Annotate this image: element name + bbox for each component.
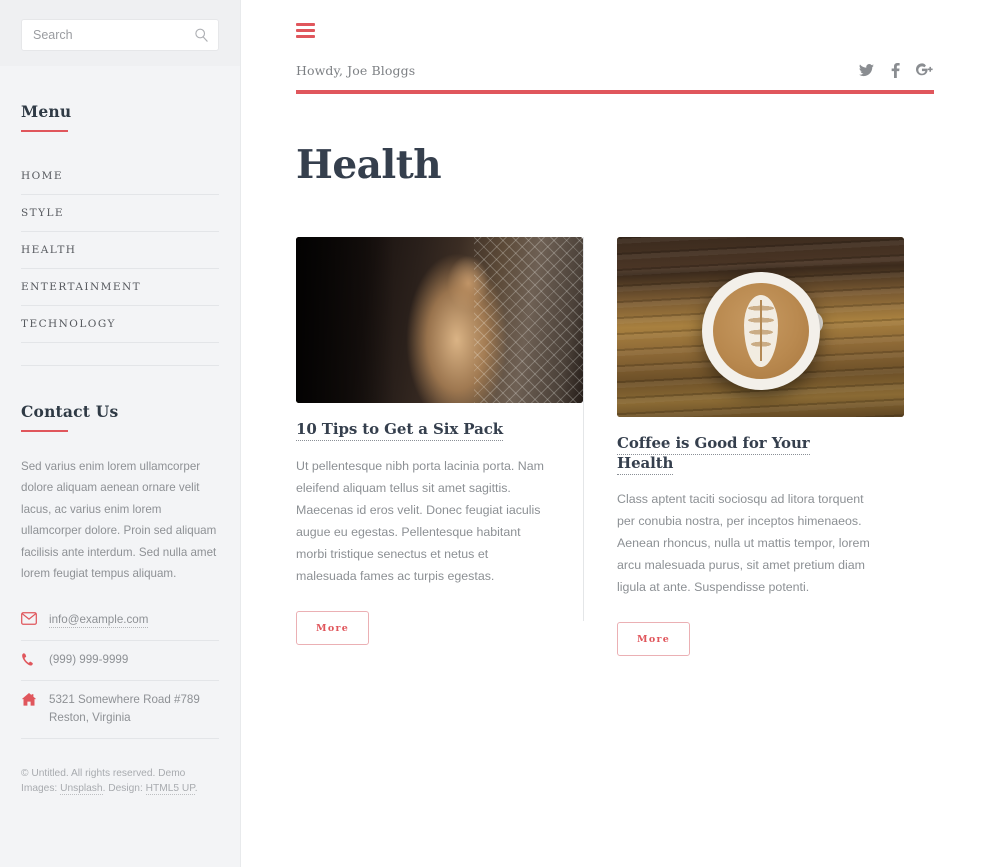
home-icon bbox=[21, 691, 49, 707]
contact-address-text: 5321 Somewhere Road #789 Reston, Virgini… bbox=[49, 692, 200, 724]
sidebar-item-technology[interactable]: Technology bbox=[21, 306, 219, 343]
facebook-icon[interactable] bbox=[887, 62, 904, 79]
post-title-link[interactable]: Coffee is Good for Your Health bbox=[617, 434, 810, 475]
post-title: 10 Tips to Get a Six Pack bbox=[296, 403, 551, 441]
post-title: Coffee is Good for Your Health bbox=[617, 417, 871, 475]
footer-mid: . Design: bbox=[102, 783, 143, 795]
hamburger-bar bbox=[296, 29, 315, 32]
menu-link-entertainment[interactable]: Entertainment bbox=[21, 269, 219, 305]
search-section bbox=[0, 0, 240, 66]
coffee-photo bbox=[617, 237, 904, 417]
sidebar: Menu Home Style Health Entertainment Tec… bbox=[0, 0, 241, 867]
footer-link-unsplash[interactable]: Unsplash bbox=[60, 783, 103, 796]
menu-link-health[interactable]: Health bbox=[21, 232, 219, 268]
google-plus-icon[interactable] bbox=[916, 62, 933, 79]
menu-heading: Menu bbox=[21, 102, 72, 121]
footer-suffix: . bbox=[194, 783, 198, 795]
envelope-icon bbox=[21, 611, 49, 625]
contact-email-link[interactable]: info@example.com bbox=[49, 612, 149, 628]
search-input[interactable] bbox=[22, 20, 218, 50]
gym-photo bbox=[296, 237, 583, 403]
contact-section: Contact Us Sed varius enim lorem ullamco… bbox=[0, 366, 240, 739]
contact-phone-row: (999) 999-9999 bbox=[21, 641, 219, 681]
search-box[interactable] bbox=[21, 19, 219, 51]
post-card: 10 Tips to Get a Six Pack Ut pellentesqu… bbox=[296, 237, 583, 656]
footer-link-html5up[interactable]: HTML5 UP bbox=[145, 783, 195, 796]
contact-phone-text: (999) 999-9999 bbox=[49, 652, 129, 666]
sidebar-item-health[interactable]: Health bbox=[21, 232, 219, 269]
post-excerpt: Class aptent taciti sociosqu ad litora t… bbox=[617, 492, 870, 595]
post-thumbnail-gym[interactable] bbox=[296, 237, 583, 403]
menu-link-technology[interactable]: Technology bbox=[21, 306, 219, 342]
hamburger-bar bbox=[296, 35, 315, 38]
sidebar-footer: © Untitled. All rights reserved. Demo Im… bbox=[21, 766, 219, 797]
contact-heading: Contact Us bbox=[21, 402, 119, 421]
post-thumbnail-coffee[interactable] bbox=[617, 237, 904, 417]
posts-grid: 10 Tips to Get a Six Pack Ut pellentesqu… bbox=[296, 237, 940, 657]
page-root: Menu Home Style Health Entertainment Tec… bbox=[0, 0, 985, 867]
sidebar-item-home[interactable]: Home bbox=[21, 158, 219, 195]
contact-heading-rule bbox=[21, 430, 68, 432]
more-button[interactable]: More bbox=[296, 610, 370, 645]
social-links bbox=[858, 62, 933, 79]
contact-email-text: info@example.com bbox=[49, 611, 149, 629]
menu-heading-rule bbox=[21, 130, 68, 132]
menu-section: Menu Home Style Health Entertainment Tec… bbox=[0, 66, 240, 343]
post-card: Coffee is Good for Your Health Class apt… bbox=[584, 237, 904, 657]
main-content: Howdy, Joe Bloggs Health 10 Tips to Get … bbox=[241, 0, 985, 867]
menu-list: Home Style Health Entertainment Technolo… bbox=[21, 158, 219, 343]
greeting-text: Howdy, Joe Bloggs bbox=[296, 62, 416, 78]
contact-list: info@example.com (999) 999-9999 5321 Som… bbox=[21, 601, 219, 739]
top-bar: Howdy, Joe Bloggs bbox=[296, 55, 933, 85]
contact-email-row[interactable]: info@example.com bbox=[21, 601, 219, 641]
menu-link-home[interactable]: Home bbox=[21, 158, 219, 194]
more-button[interactable]: More bbox=[617, 622, 691, 657]
contact-blurb: Sed varius enim lorem ullamcorper dolore… bbox=[21, 460, 217, 581]
accent-divider bbox=[296, 90, 934, 94]
twitter-icon[interactable] bbox=[858, 62, 875, 79]
sidebar-item-entertainment[interactable]: Entertainment bbox=[21, 269, 219, 306]
page-title: Health bbox=[296, 142, 442, 188]
contact-address-row: 5321 Somewhere Road #789 Reston, Virgini… bbox=[21, 681, 219, 739]
hamburger-bar bbox=[296, 23, 315, 26]
post-excerpt: Ut pellentesque nibh porta lacinia porta… bbox=[296, 458, 544, 583]
hamburger-icon[interactable] bbox=[296, 23, 315, 38]
post-title-link[interactable]: 10 Tips to Get a Six Pack bbox=[296, 420, 503, 441]
phone-icon bbox=[21, 651, 49, 667]
menu-link-style[interactable]: Style bbox=[21, 195, 219, 231]
sidebar-item-style[interactable]: Style bbox=[21, 195, 219, 232]
